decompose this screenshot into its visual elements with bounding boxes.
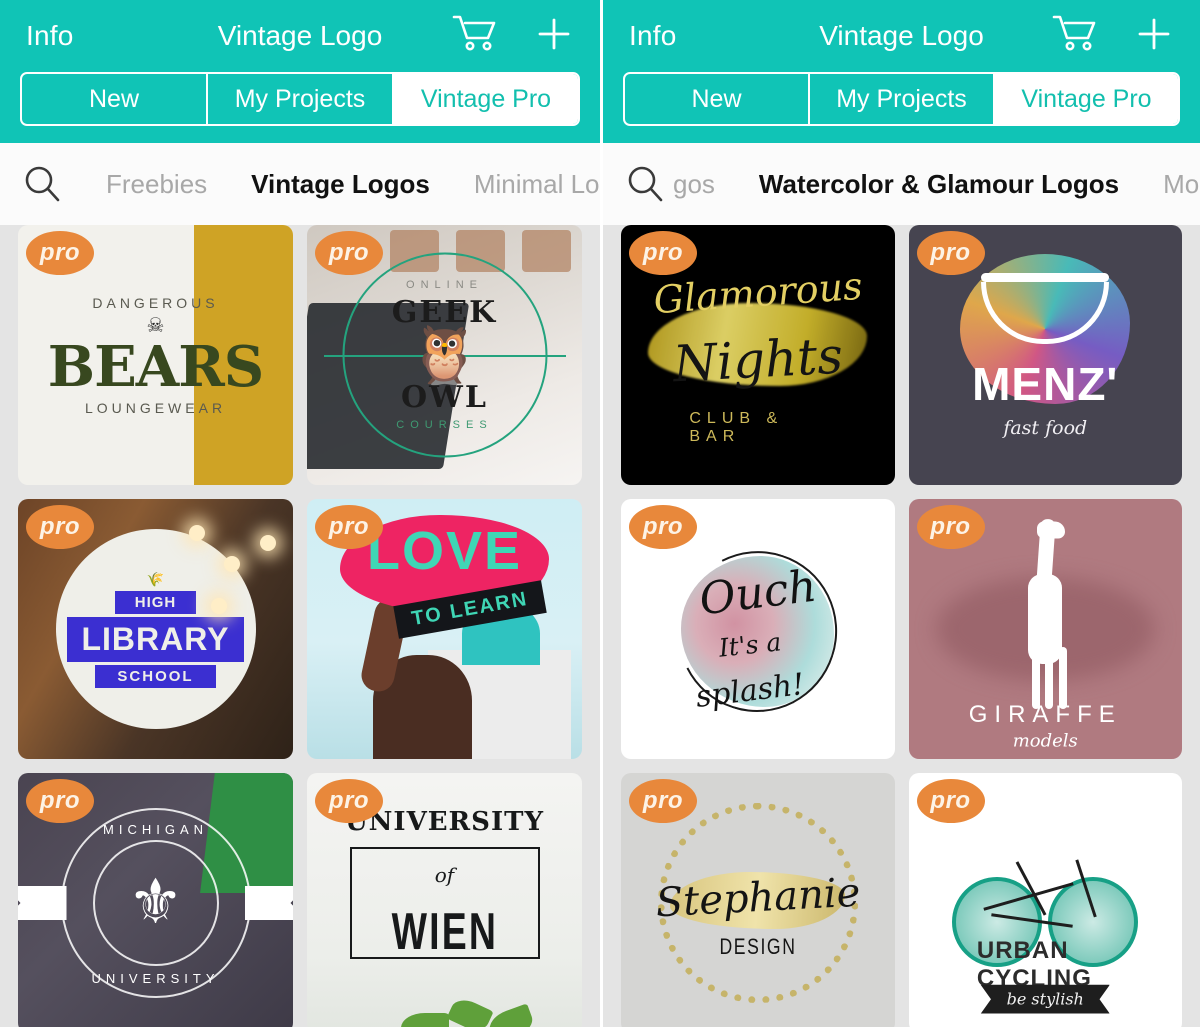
library-title: LIBRARY [67,616,244,662]
michigan-inner-ring: ⚜ [92,840,219,966]
glam-caption: CLUB & BAR [689,409,784,445]
bulb-2 [224,556,241,573]
menz-title: MENZ' [972,357,1119,410]
logo-tile-michigan-university[interactable]: MICHIGAN UNIVERSITY ⚜ pro [18,773,293,1027]
top-bar-actions [1052,14,1174,59]
logo-tile-bears[interactable]: DANGEROUS ☠ BEARS LOUNGEWEAR pro [18,225,293,485]
bike-subtitle: be stylish [980,984,1110,1014]
logo-tile-love-to-learn[interactable]: LOVE TO LEARN pro [307,499,582,759]
logo-grid: Glamorous Nights CLUB & BAR pro MENZ' fa… [603,225,1200,1027]
owl-arc-bottom: COURSES [396,419,493,432]
top-bar: Info Vintage Logo New My Projects Vintag… [0,0,600,143]
giraffe-head [1036,521,1065,539]
pro-badge: pro [916,779,985,823]
category-bar[interactable]: gos Watercolor & Glamour Logos Mor [603,143,1200,225]
library-arc-top: HIGH [114,590,197,614]
search-icon[interactable] [0,162,84,206]
pro-badge: pro [315,779,383,823]
pro-badge: pro [916,231,985,275]
dual-panel-screenshot: Info Vintage Logo New My Projects Vintag… [0,0,1200,1027]
plus-icon[interactable] [1134,14,1174,59]
category-next-clipped[interactable]: Mor [1141,169,1200,200]
bears-title: BEARS [47,333,264,400]
logo-tile-geek-owl[interactable]: ONLINE GEEK 🦉 OWL COURSES pro [307,225,582,485]
segmented-control[interactable]: New My Projects Vintage Pro [623,72,1180,126]
pro-badge: pro [26,231,94,275]
tab-my-projects[interactable]: My Projects [208,74,394,124]
wien-frame: of WIEN [349,847,540,961]
top-bar-actions [452,14,574,59]
logo-tile-high-library-school[interactable]: 🌾 HIGH LIBRARY SCHOOL pro [18,499,293,759]
giraffe-title: GIRAFFE [968,700,1122,728]
app-panel-right: Info Vintage Logo New My Projects Vintag… [600,0,1200,1027]
category-bar[interactable]: Freebies Vintage Logos Minimal Logos [0,143,600,225]
giraffe-subtitle: models [1012,730,1078,752]
cart-icon[interactable] [452,14,498,59]
bulb-4 [210,597,227,614]
title-bar-row: Info Vintage Logo [0,0,600,72]
category-watercolor-glamour-logos[interactable]: Watercolor & Glamour Logos [737,169,1141,200]
bulb-1 [188,525,205,541]
top-bar: Info Vintage Logo New My Projects Vintag… [603,0,1200,143]
segmented-control[interactable]: New My Projects Vintage Pro [20,72,580,126]
category-minimal-logos[interactable]: Minimal Logos [452,169,600,200]
wien-middle: of [434,863,455,887]
tab-new[interactable]: New [625,74,810,124]
tab-my-projects[interactable]: My Projects [810,74,995,124]
logo-tile-university-of-wien[interactable]: UNIVERSITY of WIEN pro [307,773,582,1027]
love-title: LOVE [366,521,523,581]
ribbon-right [245,886,294,920]
pro-badge: pro [629,779,697,823]
app-panel-left: Info Vintage Logo New My Projects Vintag… [0,0,600,1027]
info-button[interactable]: Info [26,20,74,52]
tab-vintage-pro[interactable]: Vintage Pro [995,74,1178,124]
logo-tile-glamorous-nights[interactable]: Glamorous Nights CLUB & BAR pro [621,225,895,485]
stephanie-subtitle: DESIGN [719,934,797,960]
owl-icon: 🦉 [409,322,480,386]
category-previous-clipped[interactable]: gos [673,169,737,200]
cart-icon[interactable] [1052,14,1098,59]
logo-tile-ouch-its-a-splash[interactable]: Ouch It's a splash! pro [621,499,895,759]
bears-arc-top: DANGEROUS [92,294,219,311]
wheat-icon: 🌾 [146,570,165,587]
pro-badge: pro [26,505,94,549]
tab-new[interactable]: New [22,74,208,124]
logo-tile-menz-fast-food[interactable]: MENZ' fast food pro [908,225,1182,485]
michigan-emblem: MICHIGAN UNIVERSITY ⚜ [18,808,251,998]
michigan-arc-bottom: UNIVERSITY [91,971,220,986]
pro-badge: pro [629,231,697,275]
pro-badge: pro [629,505,697,549]
ribbon-left [18,886,67,920]
category-freebies[interactable]: Freebies [84,169,229,200]
logo-tile-urban-cycling[interactable]: URBAN CYCLING be stylish pro [908,773,1182,1027]
michigan-arc-top: MICHIGAN [103,822,208,837]
library-arc-bottom: SCHOOL [95,664,216,688]
glam-subtitle: Nights [671,326,845,394]
category-vintage-logos[interactable]: Vintage Logos [229,169,452,200]
bulb-3 [260,535,276,552]
plus-icon[interactable] [534,14,574,59]
logo-grid: DANGEROUS ☠ BEARS LOUNGEWEAR pro ONLINE … [0,225,600,1027]
pro-badge: pro [26,779,94,823]
owl-subtitle: OWL [401,380,488,416]
title-bar-row: Info Vintage Logo [603,0,1200,72]
fleur-de-lis-icon: ⚜ [127,868,184,937]
pro-badge: pro [916,505,985,549]
bears-arc-bottom: LOUNGEWEAR [84,399,227,416]
owl-arc-top: ONLINE [406,278,483,291]
pro-badge: pro [315,505,383,549]
tab-vintage-pro[interactable]: Vintage Pro [394,74,578,124]
menz-subtitle: fast food [1003,416,1088,439]
ouch-subtitle: It's a [716,626,783,663]
logo-tile-giraffe-models[interactable]: GIRAFFE models pro [908,499,1182,759]
pro-badge: pro [315,231,383,275]
wien-subtitle: WIEN [391,902,498,961]
logo-tile-stephanie-design[interactable]: Stephanie DESIGN pro [621,773,895,1027]
info-button[interactable]: Info [629,20,677,52]
